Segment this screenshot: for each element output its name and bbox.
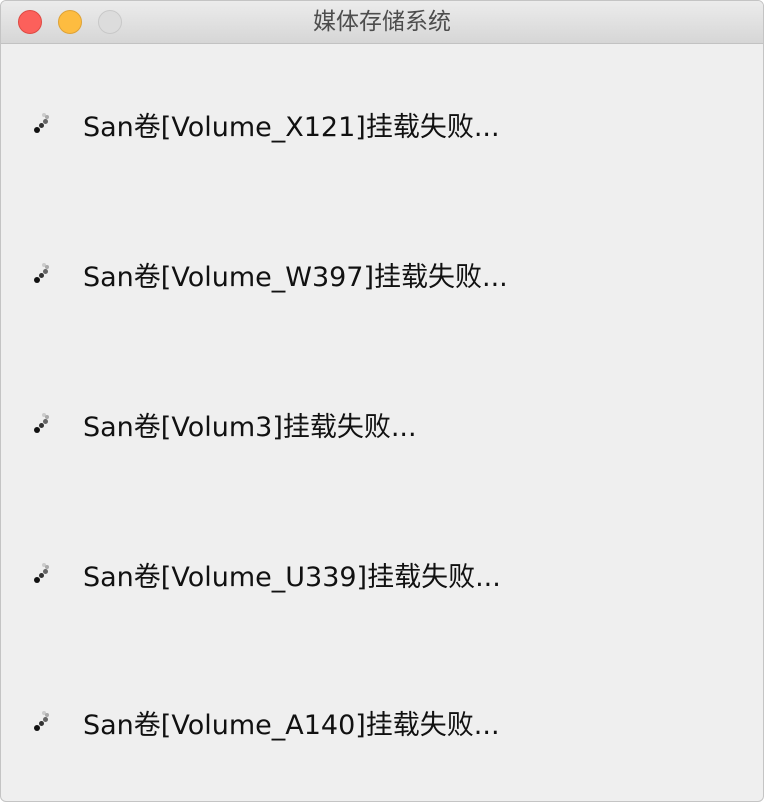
list-item: San卷[Volume_A140]挂载失败... [31,702,500,742]
loading-spinner-icon [31,711,53,733]
list-item-label: San卷[Volume_U339]挂载失败... [83,561,501,593]
list-item-label: San卷[Volum3]挂载失败... [83,411,417,443]
list-item-label: San卷[Volume_W397]挂载失败... [83,261,508,293]
title-bar[interactable]: 媒体存储系统 [1,1,763,44]
loading-spinner-icon [31,413,53,435]
list-item: San卷[Volume_W397]挂载失败... [31,254,508,294]
app-window: 媒体存储系统 San卷[Volume_X121]挂载失败... San卷[Vol… [0,0,764,802]
loading-spinner-icon [31,263,53,285]
status-list: San卷[Volume_X121]挂载失败... San卷[Volume_W39… [1,44,763,801]
list-item: San卷[Volume_X121]挂载失败... [31,104,500,144]
loading-spinner-icon [31,563,53,585]
list-item: San卷[Volume_U339]挂载失败... [31,554,501,594]
loading-spinner-icon [31,113,53,135]
list-item: San卷[Volum3]挂载失败... [31,404,417,444]
list-item-label: San卷[Volume_X121]挂载失败... [83,111,500,143]
window-title: 媒体存储系统 [313,9,451,35]
list-item-label: San卷[Volume_A140]挂载失败... [83,709,500,741]
